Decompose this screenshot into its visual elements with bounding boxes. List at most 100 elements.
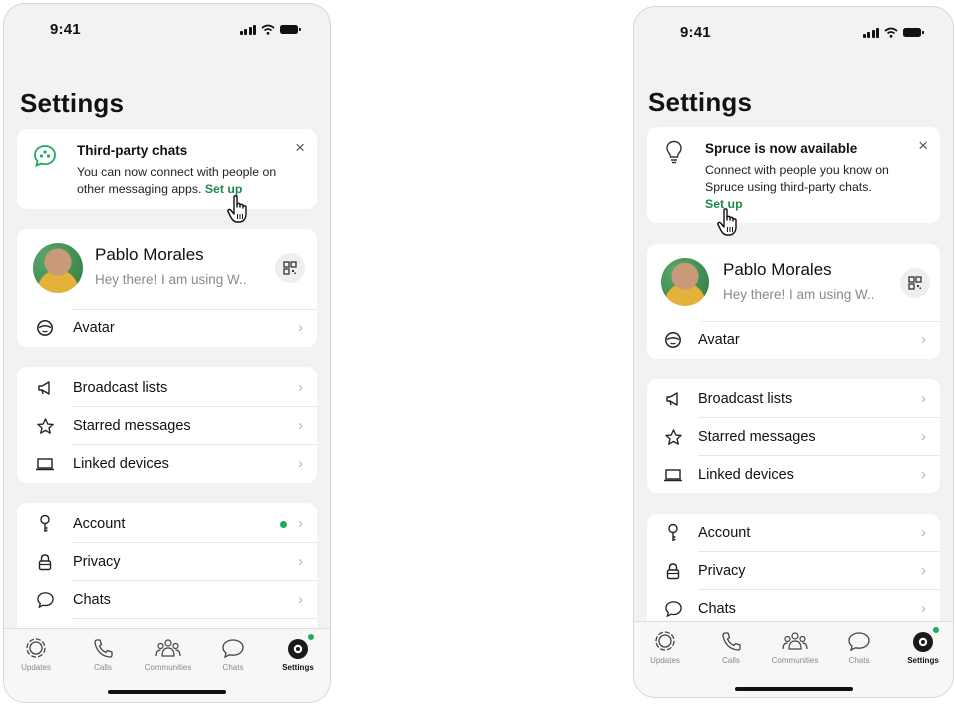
tab-label: Updates: [650, 656, 680, 665]
chevron-right-icon: ›: [298, 319, 303, 336]
star-icon: [35, 416, 55, 436]
qr-code-icon: [283, 261, 297, 275]
chevron-right-icon: ›: [298, 455, 303, 472]
row-label: Linked devices: [73, 456, 169, 472]
status-bar: 9:41: [634, 21, 953, 43]
qr-code-button[interactable]: [900, 268, 930, 298]
pointer-hand-icon: [717, 208, 737, 236]
profile-avatar[interactable]: [661, 258, 709, 306]
chevron-right-icon: ›: [921, 562, 926, 579]
megaphone-icon: [663, 389, 683, 409]
tab-communities[interactable]: Communities: [140, 637, 196, 672]
pointer-hand-icon: [227, 195, 247, 223]
home-indicator: [734, 687, 853, 691]
lock-icon: [663, 561, 683, 581]
close-icon[interactable]: ×: [918, 137, 928, 154]
row-label: Avatar: [698, 332, 740, 348]
tab-label: Settings: [907, 656, 939, 665]
banner-title: Third-party chats: [77, 143, 188, 158]
qr-code-icon: [908, 276, 922, 290]
tab-chats[interactable]: Chats: [831, 630, 887, 665]
avatar-face-icon: [663, 330, 683, 350]
updates-icon: [26, 638, 46, 658]
chevron-right-icon: ›: [921, 331, 926, 348]
avatar-row[interactable]: Avatar ›: [647, 321, 940, 359]
chevron-right-icon: ›: [921, 428, 926, 445]
chevron-right-icon: ›: [298, 417, 303, 434]
tab-label: Calls: [94, 663, 112, 672]
star-icon: [663, 427, 683, 447]
status-time: 9:41: [680, 24, 711, 41]
tab-calls[interactable]: Calls: [75, 637, 131, 672]
tab-communities[interactable]: Communities: [767, 630, 823, 665]
settings-icon: [285, 633, 315, 661]
banner-title: Spruce is now available: [705, 141, 858, 156]
settings-icon: [910, 626, 940, 654]
notification-dot: [280, 521, 287, 528]
chat-bubble-icon: [35, 590, 55, 610]
settings-group-lists: Broadcast lists › Starred messages › Lin…: [647, 379, 940, 493]
communities-icon: [782, 632, 808, 650]
wifi-icon: [884, 27, 898, 38]
profile-card[interactable]: Pablo Morales Hey there! I am using W.. …: [647, 244, 940, 359]
key-icon: [35, 514, 55, 534]
privacy-row[interactable]: Privacy ›: [647, 552, 940, 590]
banner-text: Connect with people you know on Spruce u…: [705, 163, 889, 194]
megaphone-icon: [35, 378, 55, 398]
profile-card[interactable]: Pablo Morales Hey there! I am using W.. …: [17, 229, 317, 347]
wifi-icon: [261, 24, 275, 35]
tab-bar: Updates Calls Communities Chats Settings: [4, 628, 330, 702]
broadcast-lists-row[interactable]: Broadcast lists ›: [647, 380, 940, 418]
tab-label: Chats: [848, 656, 870, 665]
starred-messages-row[interactable]: Starred messages ›: [17, 407, 317, 445]
account-row[interactable]: Account ›: [17, 505, 317, 543]
chat-bubble-icon: [663, 599, 683, 619]
tab-calls[interactable]: Calls: [703, 630, 759, 665]
notification-dot: [307, 633, 315, 641]
profile-avatar[interactable]: [33, 243, 83, 293]
privacy-row[interactable]: Privacy ›: [17, 543, 317, 581]
chevron-right-icon: ›: [298, 591, 303, 608]
phone-screen-left: 9:41 Settings Third-party chats You can …: [3, 3, 331, 703]
row-label: Chats: [73, 592, 111, 608]
chevron-right-icon: ›: [921, 524, 926, 541]
row-label: Starred messages: [73, 418, 191, 434]
battery-icon: [903, 28, 924, 37]
tab-updates[interactable]: Updates: [637, 630, 693, 665]
laptop-icon: [663, 465, 683, 485]
communities-icon: [155, 639, 181, 657]
tab-chats[interactable]: Chats: [205, 637, 261, 672]
tab-label: Communities: [144, 663, 192, 672]
banner-body: Connect with people you know on Spruce u…: [705, 162, 912, 213]
chevron-right-icon: ›: [298, 515, 303, 532]
laptop-icon: [35, 454, 55, 474]
account-row[interactable]: Account ›: [647, 514, 940, 552]
avatar-row[interactable]: Avatar ›: [17, 309, 317, 347]
battery-icon: [280, 25, 301, 34]
settings-group-account: Account › Privacy › Chats ›: [17, 503, 317, 643]
profile-status: Hey there! I am using W..: [95, 272, 247, 287]
profile-name: Pablo Morales: [95, 245, 204, 264]
row-label: Chats: [698, 601, 736, 617]
broadcast-lists-row[interactable]: Broadcast lists ›: [17, 369, 317, 407]
row-label: Privacy: [698, 563, 746, 579]
starred-messages-row[interactable]: Starred messages ›: [647, 418, 940, 456]
chats-row[interactable]: Chats ›: [17, 581, 317, 619]
third-party-chat-icon: [34, 145, 56, 168]
linked-devices-row[interactable]: Linked devices ›: [17, 445, 317, 483]
chevron-right-icon: ›: [298, 379, 303, 396]
phone-icon: [94, 639, 113, 658]
row-label: Privacy: [73, 554, 121, 570]
tab-updates[interactable]: Updates: [8, 637, 64, 672]
row-label: Broadcast lists: [698, 391, 793, 407]
phone-screen-right: 9:41 Settings Spruce is now available Co…: [633, 6, 954, 698]
tab-settings[interactable]: Settings: [270, 633, 326, 672]
close-icon[interactable]: ×: [295, 139, 305, 156]
tab-label: Updates: [21, 663, 51, 672]
settings-group-lists: Broadcast lists › Starred messages › Lin…: [17, 367, 317, 483]
qr-code-button[interactable]: [275, 253, 305, 283]
linked-devices-row[interactable]: Linked devices ›: [647, 456, 940, 494]
chevron-right-icon: ›: [921, 600, 926, 617]
tab-settings[interactable]: Settings: [895, 626, 951, 665]
row-label: Starred messages: [698, 429, 816, 445]
